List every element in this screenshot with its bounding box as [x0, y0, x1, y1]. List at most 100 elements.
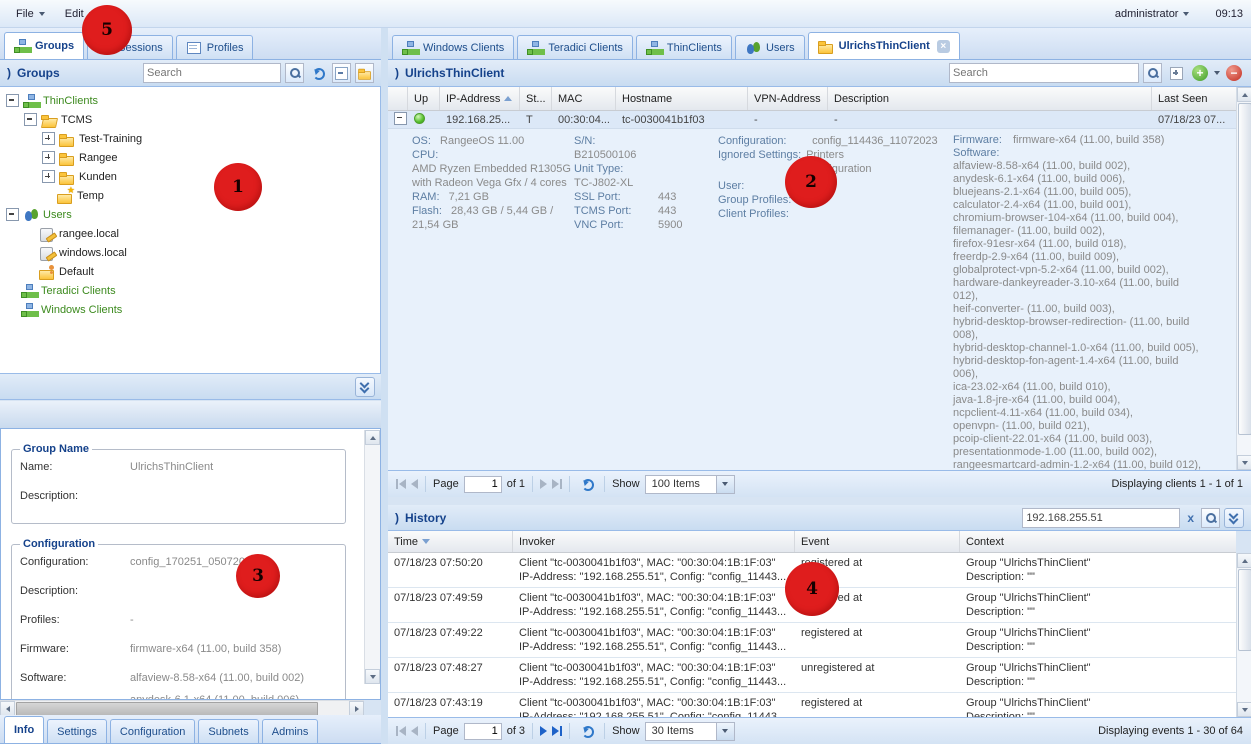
scroll-thumb[interactable] — [16, 702, 318, 716]
detail-tab[interactable]: Configuration — [110, 719, 195, 743]
detail-tab[interactable]: Info — [4, 716, 44, 743]
first-page-button[interactable] — [396, 479, 406, 489]
tree-node[interactable]: Default — [0, 262, 380, 281]
close-icon[interactable] — [937, 40, 950, 53]
page-input[interactable] — [464, 476, 502, 493]
tree-node[interactable]: Windows Clients — [0, 300, 380, 319]
scroll-right-icon[interactable] — [349, 701, 364, 716]
history-scrollbar[interactable] — [1236, 553, 1251, 717]
history-row[interactable]: 07/18/23 07:48:27 Client "tc-0030041b1f0… — [388, 658, 1236, 693]
form-scrollbar[interactable] — [364, 430, 380, 684]
search-button[interactable] — [285, 63, 304, 83]
column-header[interactable]: Invoker — [513, 531, 795, 552]
tree-expander-icon[interactable] — [42, 151, 55, 164]
scroll-left-icon[interactable] — [0, 701, 15, 716]
search-button[interactable] — [1143, 63, 1162, 83]
tree-expander-icon[interactable] — [42, 170, 55, 183]
scroll-down-icon[interactable] — [1237, 702, 1251, 717]
history-row[interactable]: 07/18/23 07:49:22 Client "tc-0030041b1f0… — [388, 623, 1236, 658]
scroll-up-icon[interactable] — [365, 430, 380, 445]
tree-expander-icon[interactable] — [6, 304, 17, 315]
items-per-page-select[interactable]: 30 Items — [645, 722, 735, 741]
tree-expander-icon[interactable] — [6, 208, 19, 221]
clients-tab[interactable]: UlrichsThinClient — [808, 32, 960, 59]
tree-node[interactable]: Users — [0, 205, 380, 224]
row-collapse-icon[interactable] — [394, 112, 407, 125]
client-row[interactable]: 192.168.25... T 00:30:04... tc-0030041b1… — [388, 111, 1236, 128]
column-header[interactable] — [388, 87, 408, 110]
tree-expander-icon[interactable] — [24, 247, 35, 258]
left-tab[interactable]: Groups — [4, 32, 84, 59]
combo-button[interactable] — [716, 476, 734, 493]
scroll-thumb[interactable] — [1238, 569, 1251, 651]
clients-tab[interactable]: Teradici Clients — [517, 35, 633, 59]
tree-expander-icon[interactable] — [6, 94, 19, 107]
scroll-down-icon[interactable] — [1237, 455, 1251, 470]
groups-search-input[interactable] — [143, 63, 281, 83]
add-menu-chevron-icon[interactable] — [1214, 71, 1220, 75]
menu-file[interactable]: File — [8, 5, 53, 23]
refresh-button[interactable] — [577, 474, 597, 494]
user-menu[interactable]: administrator — [1107, 5, 1198, 23]
page-input[interactable] — [464, 723, 502, 740]
form-h-scrollbar[interactable] — [0, 700, 364, 716]
scroll-down-icon[interactable] — [365, 669, 380, 684]
detail-tab[interactable]: Admins — [262, 719, 319, 743]
combo-button[interactable] — [716, 723, 734, 740]
prev-page-button[interactable] — [411, 479, 418, 489]
clear-search-icon[interactable]: x — [1184, 511, 1197, 525]
history-row[interactable]: 07/18/23 07:43:19 Client "tc-0030041b1f0… — [388, 693, 1236, 717]
column-header[interactable]: VPN-Address — [748, 87, 828, 110]
tree-node[interactable]: TCMS — [0, 110, 380, 129]
column-header[interactable]: Time — [388, 531, 513, 552]
next-page-button[interactable] — [540, 726, 547, 736]
last-page-button[interactable] — [552, 726, 562, 736]
column-header[interactable]: Event — [795, 531, 960, 552]
next-page-button[interactable] — [540, 479, 547, 489]
clients-tab[interactable]: Users — [735, 35, 805, 59]
tree-node[interactable]: Kunden — [0, 167, 380, 186]
remove-client-button[interactable] — [1224, 63, 1244, 83]
clients-tab[interactable]: ThinClients — [636, 35, 732, 59]
horizontal-splitter[interactable] — [0, 401, 381, 428]
column-header[interactable]: IP-Address — [440, 87, 520, 110]
collapse-panel-button chevrons-down-icon[interactable] — [1224, 508, 1244, 528]
tree-expander-icon[interactable] — [6, 285, 17, 296]
collapse-all-button[interactable] — [332, 63, 351, 83]
scroll-thumb[interactable] — [1238, 103, 1251, 435]
tree-expander-icon[interactable] — [24, 266, 35, 277]
last-page-button[interactable] — [552, 479, 562, 489]
column-header[interactable]: Context — [960, 531, 1236, 552]
tree-expander-icon[interactable] — [42, 190, 53, 201]
tree-node[interactable]: Teradici Clients — [0, 281, 380, 300]
clients-tab[interactable]: Windows Clients — [392, 35, 514, 59]
tree-node[interactable]: windows.local — [0, 243, 380, 262]
items-per-page-select[interactable]: 100 Items — [645, 475, 735, 494]
column-header[interactable]: Up — [408, 87, 440, 110]
scroll-up-icon[interactable] — [1237, 553, 1251, 568]
tree-node[interactable]: Temp — [0, 186, 380, 205]
detail-tab[interactable]: Settings — [47, 719, 107, 743]
column-header[interactable]: Last Seen — [1152, 87, 1236, 110]
left-tab[interactable]: Profiles — [176, 35, 254, 59]
tree-node[interactable]: rangee.local — [0, 224, 380, 243]
tree-node[interactable]: Test-Training — [0, 129, 380, 148]
tree-expander-icon[interactable] — [42, 132, 55, 145]
first-page-button[interactable] — [396, 726, 406, 736]
detail-tab[interactable]: Subnets — [198, 719, 258, 743]
tree-node[interactable]: Rangee — [0, 148, 380, 167]
folder-view-button[interactable] — [355, 63, 374, 83]
column-header[interactable]: St... — [520, 87, 552, 110]
clients-scrollbar[interactable] — [1236, 87, 1251, 470]
search-button[interactable] — [1201, 508, 1220, 528]
expand-all-button[interactable] — [1166, 63, 1186, 83]
history-search-input[interactable] — [1022, 508, 1180, 528]
add-client-button[interactable] — [1190, 63, 1210, 83]
column-header[interactable]: MAC — [552, 87, 616, 110]
refresh-button[interactable] — [308, 63, 328, 83]
scroll-up-icon[interactable] — [1237, 87, 1251, 102]
vertical-splitter[interactable] — [381, 28, 388, 744]
clients-search-input[interactable] — [949, 63, 1139, 83]
tree-expander-icon[interactable] — [24, 228, 35, 239]
refresh-button[interactable] — [577, 721, 597, 741]
